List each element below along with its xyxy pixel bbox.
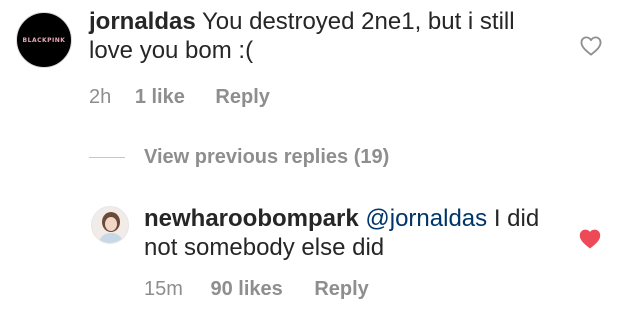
heart-outline-icon[interactable] (580, 36, 602, 56)
view-previous-replies-button[interactable]: View previous replies (19) (144, 145, 389, 169)
avatar-logo: BLACKPINK (22, 37, 66, 44)
reply-button[interactable]: Reply (215, 85, 269, 109)
replies-divider (89, 157, 125, 158)
comment-username[interactable]: jornaldas (89, 8, 196, 35)
comment-meta: 2h 1 like Reply (89, 85, 270, 109)
avatar-newharoobompark[interactable] (91, 206, 129, 244)
avatar-photo (92, 207, 128, 243)
comment-likes[interactable]: 1 like (135, 85, 185, 109)
heart-filled-icon[interactable] (579, 229, 601, 249)
reply-mention[interactable]: @jornaldas (365, 205, 487, 232)
comment-body: jornaldas You destroyed 2ne1, but i stil… (89, 7, 559, 65)
reply-likes[interactable]: 90 likes (210, 277, 282, 301)
reply-username[interactable]: newharoobompark (144, 205, 359, 232)
reply-body: newharoobompark @jornaldas I did not som… (144, 204, 564, 262)
reply-time: 15m (144, 278, 183, 300)
reply-button[interactable]: Reply (314, 277, 368, 301)
comment-time: 2h (89, 86, 112, 108)
avatar-jornaldas[interactable]: BLACKPINK (16, 12, 72, 68)
reply-meta: 15m 90 likes Reply (144, 277, 369, 301)
